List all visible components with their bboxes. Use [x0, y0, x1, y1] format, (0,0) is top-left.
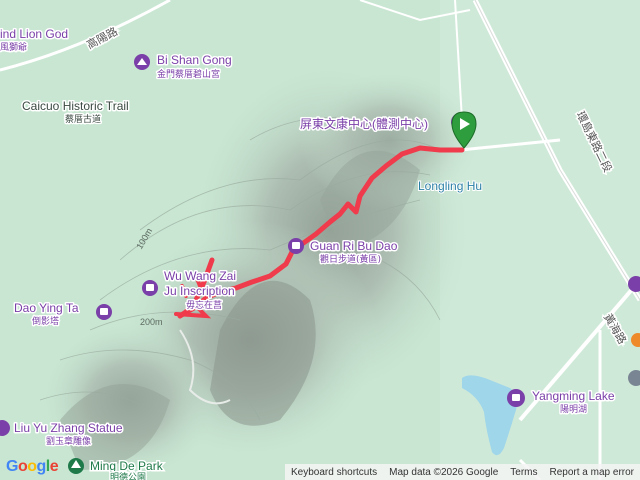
- wu-wang-sublabel: 毋忘在莒: [186, 299, 222, 311]
- yangming-lake-sublabel: 陽明湖: [560, 404, 587, 415]
- terms-link[interactable]: Terms: [504, 467, 543, 478]
- ming-de-park-sublabel: 明德公園: [110, 471, 146, 480]
- liu-yu-zhang-label[interactable]: Liu Yu Zhang Statue: [13, 420, 125, 437]
- bi-shan-gong-label[interactable]: Bi Shan Gong: [156, 52, 234, 69]
- liu-yu-zhang-sublabel: 劉玉章雕像: [46, 435, 91, 447]
- caicuo-trail-sublabel: 蔡厝古道: [65, 113, 101, 125]
- dao-ying-ta-label[interactable]: Dao Ying Ta: [13, 300, 81, 317]
- caicuo-trail-label[interactable]: Caicuo Historic Trail: [21, 98, 131, 115]
- report-map-error-link[interactable]: Report a map error: [544, 467, 640, 478]
- wu-wang-label-line2[interactable]: Ju Inscription: [163, 283, 237, 300]
- google-logo[interactable]: Google: [6, 458, 59, 476]
- poi-temple-icon[interactable]: [134, 54, 150, 70]
- contour-label-200: 200m: [140, 317, 163, 327]
- attribution-bar: Keyboard shortcuts Map data ©2026 Google…: [284, 464, 640, 480]
- guan-ri-bu-dao-label[interactable]: Guan Ri Bu Dao: [309, 238, 400, 255]
- lion-god-sublabel: 風獅爺: [0, 41, 27, 53]
- park-tree-icon[interactable]: [68, 458, 84, 474]
- poi-landmark-icon[interactable]: [507, 389, 525, 407]
- lion-god-label[interactable]: ind Lion God: [0, 26, 70, 43]
- ming-de-park-label[interactable]: Ming De Park: [89, 458, 166, 475]
- map-canvas[interactable]: 100m 200m ind Lion God 風獅爺 高陽路 Bi Shan G…: [0, 0, 640, 480]
- map-data-text: Map data ©2026 Google: [389, 466, 499, 478]
- guan-ri-bu-dao-sublabel: 觀日步道(黃區): [320, 253, 381, 265]
- keyboard-shortcuts-link[interactable]: Keyboard shortcuts: [285, 467, 383, 478]
- poi-landmark-icon[interactable]: [288, 238, 304, 254]
- bi-shan-gong-sublabel: 金門蔡厝碧山宮: [157, 68, 220, 80]
- poi-landmark-icon[interactable]: [142, 280, 158, 296]
- wu-wang-label[interactable]: Wu Wang Zai: [163, 268, 238, 285]
- dao-ying-ta-sublabel: 倒影塔: [32, 315, 59, 327]
- pingdong-center-label[interactable]: 屏東文康中心(體測中心): [299, 115, 430, 133]
- yangming-lake-label[interactable]: Yangming Lake: [531, 388, 617, 405]
- longling-hu-label[interactable]: Longling Hu: [417, 178, 483, 194]
- poi-landmark-icon[interactable]: [96, 304, 112, 320]
